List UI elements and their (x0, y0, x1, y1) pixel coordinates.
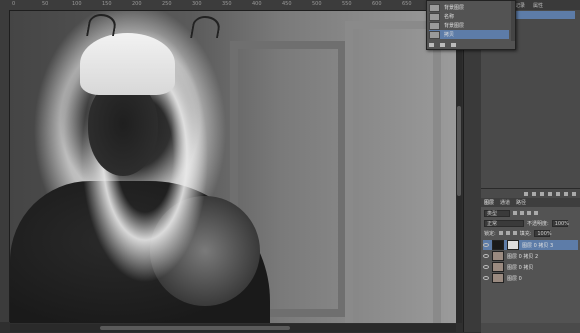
tab-layers[interactable]: 图层 (484, 199, 494, 206)
layer-mask-thumbnail (507, 240, 519, 250)
new-snapshot-icon[interactable] (429, 42, 434, 47)
layer-thumbnail (492, 273, 504, 283)
image-icon (429, 3, 440, 12)
layer-thumbnail (492, 262, 504, 272)
vertical-scrollbar[interactable] (456, 11, 462, 323)
type-filter-icon[interactable] (527, 211, 531, 215)
cat-ear-right-shape (190, 16, 222, 38)
visibility-eye-icon[interactable] (483, 276, 489, 280)
shape-filter-icon[interactable] (534, 211, 538, 215)
adjustment-icon[interactable] (548, 191, 552, 196)
new-layer-icon[interactable] (564, 191, 568, 196)
ruler-mark: 400 (252, 1, 262, 7)
image-icon (429, 21, 440, 30)
lock-all-icon[interactable] (512, 231, 517, 235)
pixel-filter-icon[interactable] (513, 211, 517, 215)
dropdown-item-selected[interactable]: 拷贝 (429, 30, 509, 39)
scroll-thumb[interactable] (457, 106, 461, 196)
horizontal-ruler: 0 50 100 150 200 250 300 350 400 450 500… (0, 0, 463, 11)
ruler-mark: 350 (222, 1, 232, 7)
link-icon[interactable] (524, 191, 528, 196)
fill-label: 填充: (519, 230, 532, 237)
layer-row[interactable]: 图层 0 拷贝 (483, 262, 578, 272)
figure-bangs-shape (80, 33, 175, 95)
folder-icon[interactable] (556, 191, 560, 196)
trash-icon[interactable] (451, 42, 456, 47)
mask-icon[interactable] (540, 191, 544, 196)
filter-row: 类型 (484, 209, 577, 217)
ruler-mark: 250 (162, 1, 172, 7)
lock-position-icon[interactable] (505, 231, 510, 235)
lock-row: 锁定: 填充: 100% (484, 229, 577, 237)
tab-channels[interactable]: 通道 (500, 199, 510, 206)
visibility-eye-icon[interactable] (483, 243, 489, 247)
dropdown-item[interactable]: 背景图层 (429, 3, 509, 12)
adjust-filter-icon[interactable] (520, 211, 524, 215)
dropdown-item[interactable]: 背景图层 (429, 21, 509, 30)
ruler-mark: 0 (12, 1, 16, 7)
history-dropdown: 背景图层 名称 背景图层 拷贝 (426, 0, 516, 50)
vertical-ruler (0, 10, 10, 322)
ruler-mark: 550 (342, 1, 352, 7)
visibility-eye-icon[interactable] (483, 265, 489, 269)
blend-mode-select[interactable]: 正常 (484, 219, 524, 227)
blend-row: 正常 不透明度: 100% (484, 219, 577, 227)
horizontal-scrollbar[interactable] (10, 324, 456, 332)
fx-icon[interactable] (532, 191, 536, 196)
lock-pixels-icon[interactable] (498, 231, 503, 235)
ruler-mark: 650 (402, 1, 412, 7)
ruler-mark: 100 (72, 1, 82, 7)
ruler-mark: 600 (372, 1, 382, 7)
dropdown-footer (429, 41, 511, 48)
layers-panel: 图层 通道 路径 类型 正常 不透明度: 100% 锁定: 填充: 100% 图… (481, 188, 580, 333)
document-canvas[interactable] (10, 11, 462, 323)
layer-thumbnail (492, 251, 504, 261)
ruler-mark: 450 (282, 1, 292, 7)
camera-icon[interactable] (440, 42, 445, 47)
visibility-eye-icon[interactable] (483, 254, 489, 258)
fill-input[interactable]: 100% (534, 229, 552, 237)
ruler-mark: 300 (192, 1, 202, 7)
layer-name: 图层 0 拷贝 (507, 264, 534, 271)
cat-ear-left-shape (86, 14, 118, 36)
tab-properties[interactable]: 属性 (533, 2, 543, 9)
filter-kind-select[interactable]: 类型 (484, 209, 510, 217)
layer-row[interactable]: 图层 0 (483, 273, 578, 283)
layer-thumbnail (492, 240, 504, 250)
panel-toolbar (481, 189, 580, 198)
image-icon (429, 12, 440, 21)
layers-tabs: 图层 通道 路径 (481, 198, 580, 207)
ruler-mark: 50 (42, 1, 49, 7)
layer-row-selected[interactable]: 图层 0 拷贝 3 (483, 240, 578, 250)
scroll-thumb[interactable] (100, 326, 290, 330)
image-icon (429, 30, 440, 39)
ruler-mark: 500 (312, 1, 322, 7)
layer-name: 图层 0 拷贝 3 (522, 242, 554, 249)
layer-name: 图层 0 (507, 275, 522, 282)
ruler-mark: 200 (132, 1, 142, 7)
tab-paths[interactable]: 路径 (516, 199, 526, 206)
opacity-label: 不透明度: (527, 220, 549, 227)
dropdown-scrollbar[interactable] (511, 1, 515, 41)
lock-label: 锁定: (484, 230, 496, 237)
figure-face-shape (88, 81, 158, 176)
layer-row[interactable]: 图层 0 拷贝 2 (483, 251, 578, 261)
window-frame-shape (345, 21, 441, 323)
opacity-input[interactable]: 100% (551, 219, 569, 227)
ruler-mark: 150 (102, 1, 112, 7)
dropdown-item[interactable]: 名称 (429, 12, 509, 21)
trash-icon[interactable] (572, 191, 576, 196)
layer-name: 图层 0 拷贝 2 (507, 253, 539, 260)
